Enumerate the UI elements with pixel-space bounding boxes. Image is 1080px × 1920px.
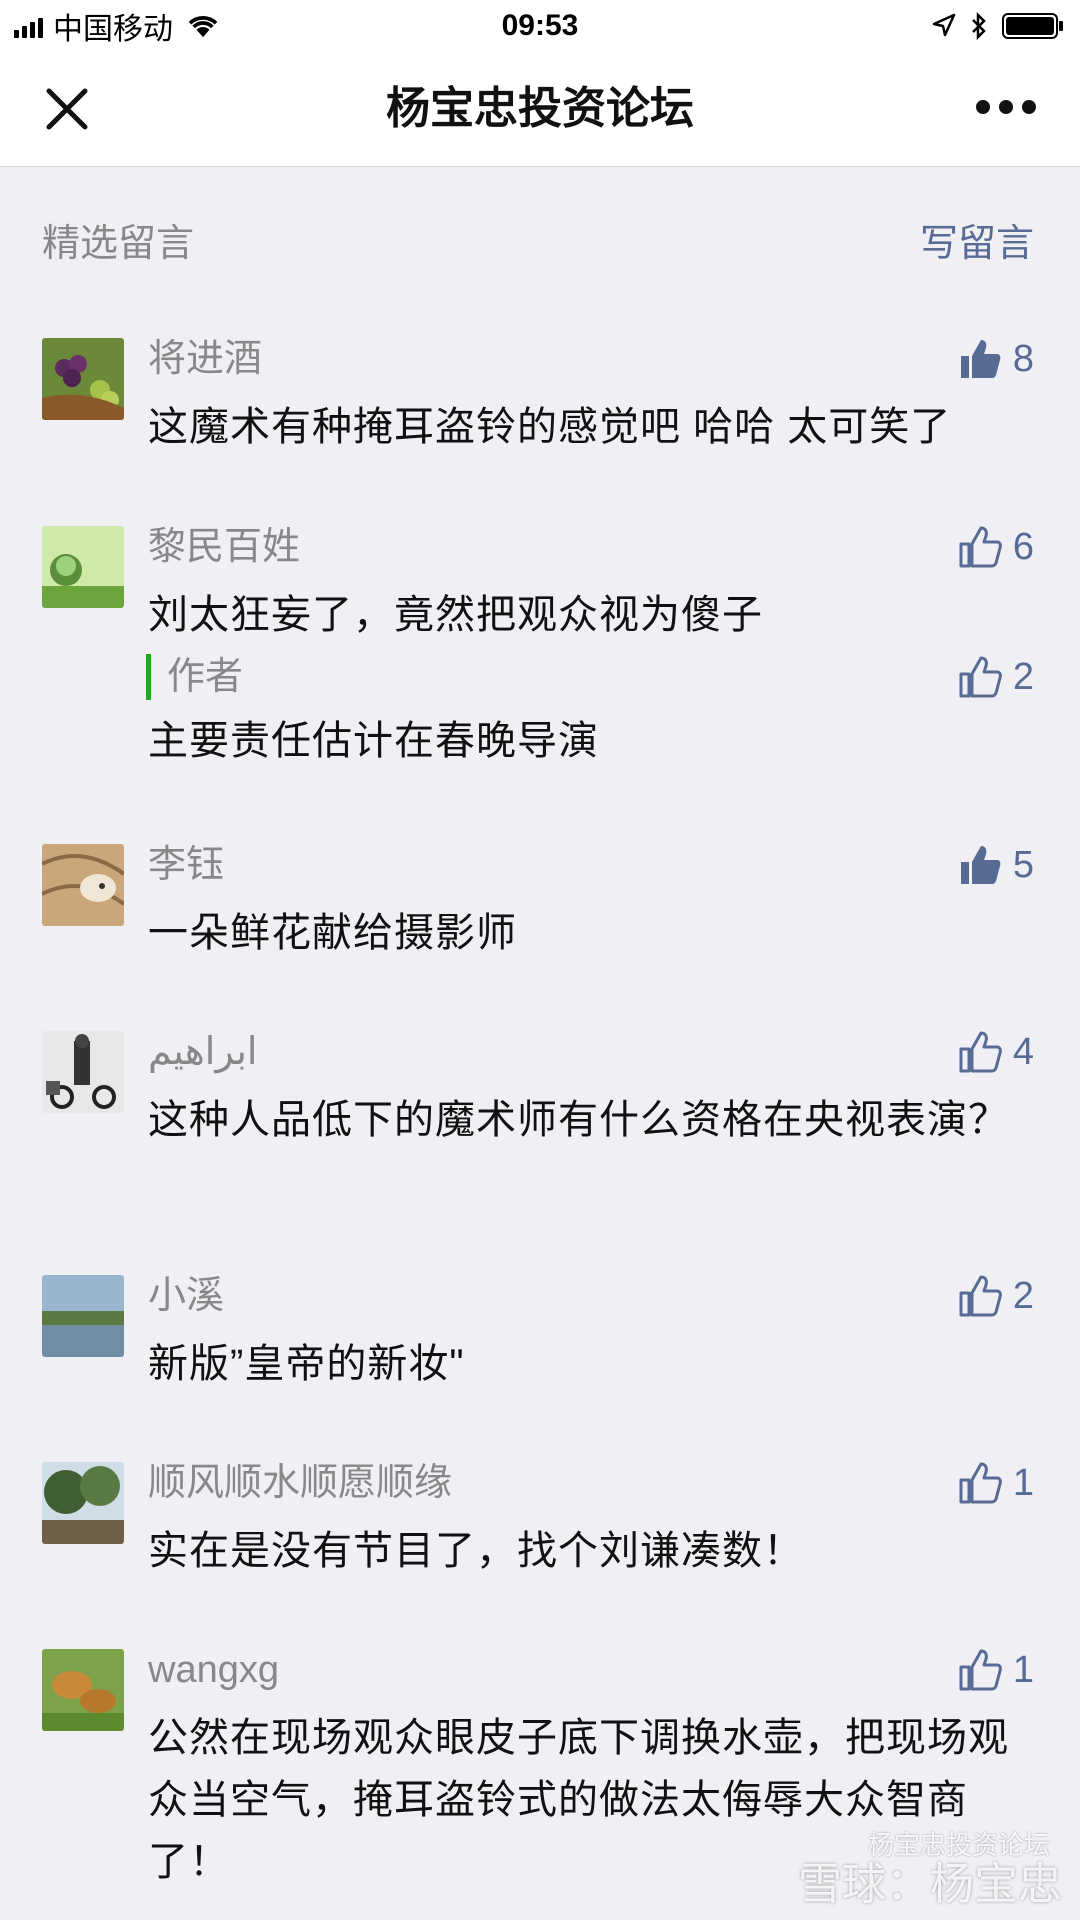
comment-text: 一朵鲜花献给摄影师 (148, 911, 517, 955)
comment-author: ابراهيم (148, 1031, 258, 1073)
nav-bar: 杨宝忠投资论坛 (0, 50, 1080, 167)
location-arrow-icon (932, 13, 956, 37)
more-options-icon[interactable] (976, 100, 1036, 116)
like-button[interactable]: 1 (957, 1454, 1034, 1512)
author-reply-text: 主要责任估计在春晚导演 (148, 719, 599, 763)
reply-like-button[interactable]: 2 (957, 648, 1034, 706)
avatar[interactable] (42, 1462, 124, 1544)
thumbs-up-icon (959, 656, 1002, 698)
thumbs-up-icon (959, 1649, 1002, 1691)
comment-author: 小溪 (148, 1275, 225, 1317)
comment-author: 黎民百姓 (148, 526, 301, 568)
like-count: 6 (1012, 525, 1034, 568)
comment-text: 这魔术有种掩耳盗铃的感觉吧 哈哈 太可笑了 (148, 405, 952, 449)
write-comment-link[interactable]: 写留言 (920, 212, 1034, 267)
like-count: 4 (1012, 1030, 1034, 1073)
thumbs-up-icon (959, 1275, 1002, 1317)
battery-icon (1002, 13, 1064, 39)
thumbs-up-icon (959, 1031, 1002, 1073)
thumbs-up-filled-icon (960, 846, 1001, 884)
status-time: 09:53 (501, 9, 579, 42)
like-button[interactable]: 6 (957, 518, 1034, 576)
avatar[interactable] (42, 1275, 124, 1357)
avatar[interactable] (42, 526, 124, 608)
comment-author: 将进酒 (148, 338, 263, 380)
comment-text: 实在是没有节目了，找个刘谦凑数！ (148, 1529, 804, 1573)
comment-author: 顺风顺水顺愿顺缘 (148, 1462, 453, 1504)
watermark-xueqiu: 雪球：杨宝忠 (798, 1860, 1062, 1909)
like-button[interactable]: 5 (957, 836, 1034, 894)
comment-text: 刘太狂妄了，竟然把观众视为傻子 (148, 593, 763, 637)
comment-text: 新版”皇帝的新妆" (148, 1342, 465, 1386)
avatar[interactable] (42, 1649, 124, 1731)
like-count: 8 (1012, 337, 1034, 380)
like-button[interactable]: 1 (957, 1641, 1034, 1699)
like-count: 1 (1012, 1648, 1034, 1691)
comment-author: 李钰 (148, 844, 225, 886)
like-button[interactable]: 4 (957, 1023, 1034, 1081)
like-count: 1 (1012, 1461, 1034, 1504)
avatar[interactable] (42, 338, 124, 420)
like-count: 2 (1012, 1274, 1034, 1317)
avatar[interactable] (42, 844, 124, 926)
thumbs-up-filled-icon (960, 340, 1001, 378)
featured-comments-title: 精选留言 (42, 223, 195, 265)
status-bar: 中国移动 09:53 (0, 0, 1080, 50)
like-button[interactable]: 2 (957, 1267, 1034, 1325)
comment-text: 这种人品低下的魔术师有什么资格在央视表演？ (148, 1098, 1009, 1142)
comment-author: wangxg (148, 1649, 279, 1691)
like-count: 2 (1012, 655, 1034, 698)
page-title: 杨宝忠投资论坛 (386, 84, 694, 133)
author-reply-label: 作者 (146, 654, 243, 700)
thumbs-up-icon (959, 526, 1002, 568)
like-button[interactable]: 8 (957, 330, 1034, 388)
thumbs-up-icon (959, 1462, 1002, 1504)
bluetooth-icon (972, 12, 986, 40)
like-count: 5 (1012, 843, 1034, 886)
avatar[interactable] (42, 1031, 124, 1113)
